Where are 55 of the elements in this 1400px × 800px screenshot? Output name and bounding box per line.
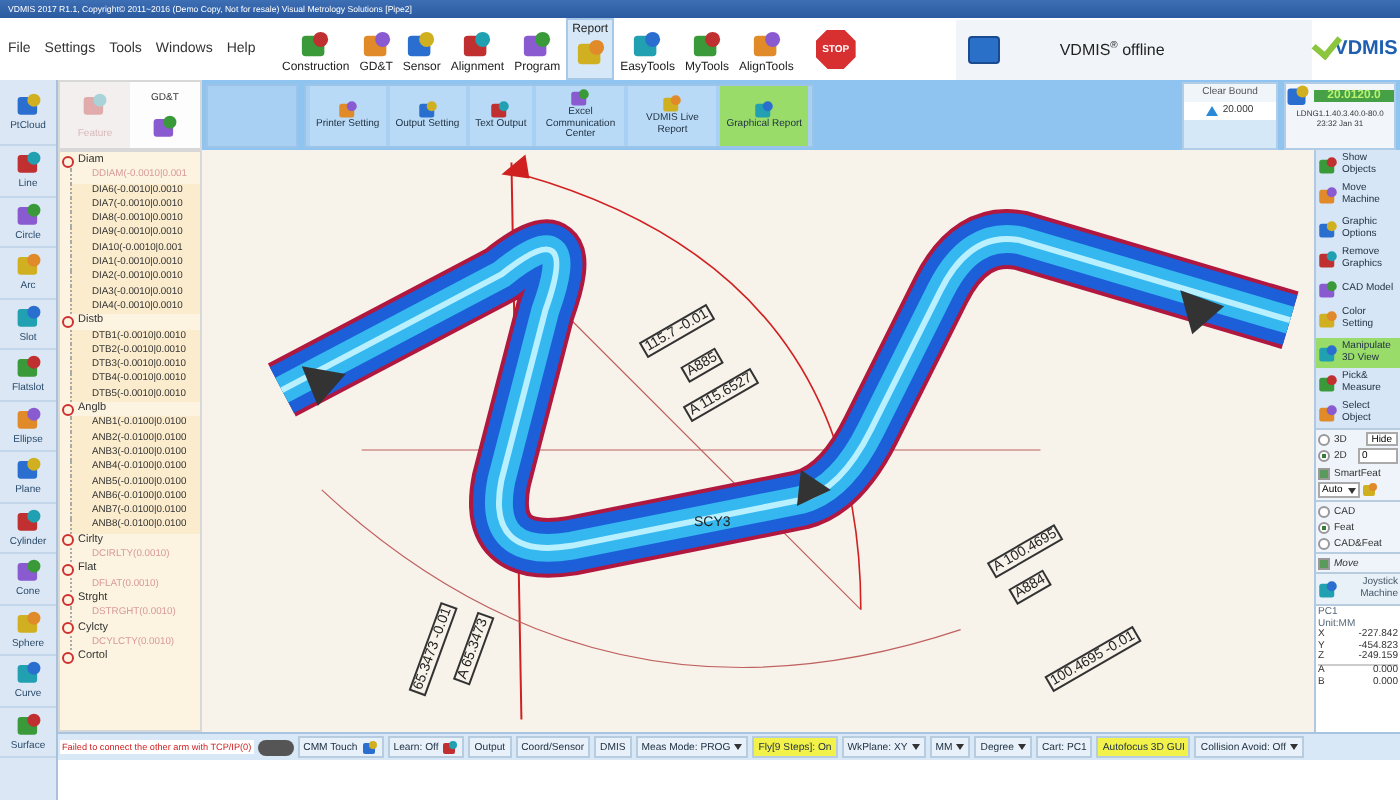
app-icon xyxy=(1318,185,1338,205)
app-icon xyxy=(15,354,41,381)
app-icon xyxy=(15,150,41,177)
app-icon xyxy=(15,201,41,228)
app-icon xyxy=(1286,83,1310,107)
app-icon xyxy=(15,456,41,483)
app-icon xyxy=(300,30,331,60)
app-icon xyxy=(15,252,41,279)
app-icon xyxy=(490,99,511,120)
app-icon xyxy=(15,405,41,432)
app-icon xyxy=(1362,482,1379,498)
status-text: VDMIS$^{®}$ offline xyxy=(1059,39,1165,59)
app-icon xyxy=(1318,403,1338,423)
app-icon xyxy=(15,711,41,738)
app-icon xyxy=(152,113,178,139)
app-icon xyxy=(417,99,438,120)
app-icon xyxy=(406,30,437,60)
app-icon xyxy=(691,30,722,60)
app-icon xyxy=(1318,279,1338,299)
app-icon xyxy=(361,30,392,60)
app-icon xyxy=(337,99,358,120)
caret-icon xyxy=(956,744,965,750)
app-icon xyxy=(1318,343,1338,363)
app-icon xyxy=(522,30,553,60)
caret-icon xyxy=(1017,744,1026,750)
app-icon xyxy=(1318,155,1338,175)
app-icon xyxy=(1318,579,1338,599)
app-icon xyxy=(1318,309,1338,329)
app-icon xyxy=(442,739,459,755)
app-icon xyxy=(754,99,775,120)
up-arrow-icon xyxy=(1206,105,1219,115)
caret-icon xyxy=(1348,487,1357,493)
app-icon xyxy=(15,558,41,585)
app-icon xyxy=(575,38,606,68)
logo-text: VDMIS xyxy=(1334,38,1398,60)
app-icon xyxy=(82,91,108,117)
app-icon xyxy=(15,507,41,534)
app-icon xyxy=(15,303,41,330)
app-icon xyxy=(1318,373,1338,393)
app-icon xyxy=(1318,219,1338,239)
caret-icon xyxy=(734,744,743,750)
monitor-icon xyxy=(967,35,1000,63)
app-icon xyxy=(15,92,41,118)
app-icon xyxy=(751,30,782,60)
app-icon xyxy=(361,739,378,755)
app-icon xyxy=(570,88,591,109)
caret-icon xyxy=(1290,744,1298,750)
caret-icon xyxy=(911,744,920,750)
app-icon xyxy=(1318,249,1338,269)
app-icon xyxy=(632,30,663,60)
app-icon xyxy=(462,30,493,60)
app-icon xyxy=(15,609,41,636)
toggle-switch-icon xyxy=(257,739,294,755)
app-icon xyxy=(662,94,683,114)
app-icon xyxy=(15,660,41,687)
